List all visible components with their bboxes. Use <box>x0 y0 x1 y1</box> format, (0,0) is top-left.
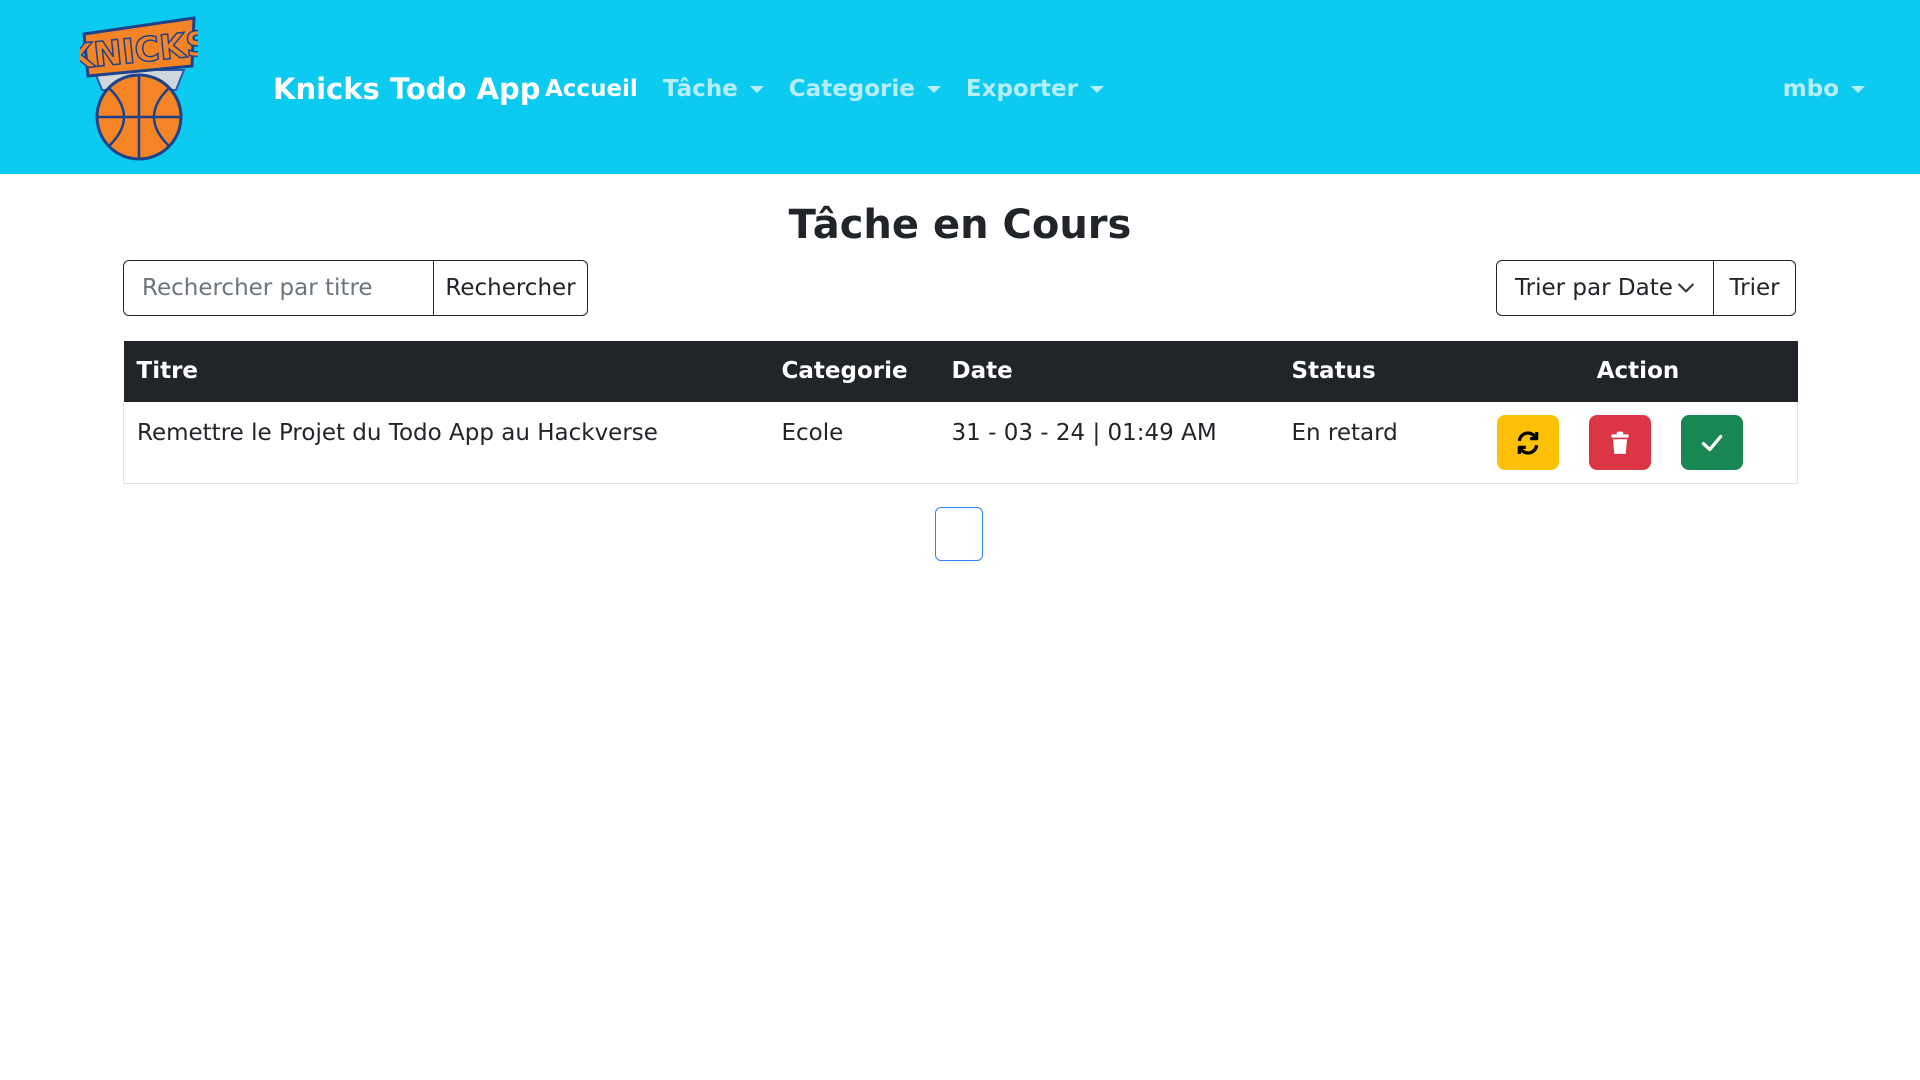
cell-categorie: Ecole <box>781 420 844 446</box>
nav-item-label: Tâche <box>662 76 738 102</box>
user-menu[interactable]: mbo <box>1783 73 1865 105</box>
cell-titre: Remettre le Projet du Todo App au Hackve… <box>137 420 658 446</box>
navbar: KNICKS Knicks Todo App Accueil Tâche Cat… <box>0 0 1920 174</box>
refresh-icon <box>1517 430 1538 455</box>
user-name: mbo <box>1782 76 1839 102</box>
column-header-action: Action <box>1596 358 1680 384</box>
delete-button[interactable] <box>1588 415 1651 470</box>
nav-item-exporter[interactable]: Exporter <box>966 73 1104 105</box>
table-row: Remettre le Projet du Todo App au Hackve… <box>123 402 1798 483</box>
nav-item-tache[interactable]: Tâche <box>663 73 764 105</box>
sort-select-value: Trier par Date <box>1515 275 1673 301</box>
pagination-button[interactable] <box>935 507 983 561</box>
nav-menu: Accueil Tâche Categorie Exporter <box>545 73 1129 105</box>
caret-down-icon <box>926 85 941 93</box>
knicks-logo[interactable]: KNICKS <box>80 12 198 162</box>
refresh-button[interactable] <box>1496 415 1559 470</box>
caret-down-icon <box>1089 85 1104 93</box>
table-header-row: Titre Categorie Date Status Action <box>123 341 1798 402</box>
cell-status: En retard <box>1291 420 1398 446</box>
nav-item-categorie[interactable]: Categorie <box>789 73 941 105</box>
chevron-down-icon <box>1678 283 1694 293</box>
sort-select[interactable]: Trier par Date <box>1496 260 1713 316</box>
page-title: Tâche en Cours <box>788 202 1132 248</box>
search-form: Rechercher <box>123 260 588 316</box>
trash-icon <box>1610 431 1629 454</box>
brand-title[interactable]: Knicks Todo App <box>273 70 541 108</box>
sort-form: Trier par Date Trier <box>1496 260 1796 316</box>
search-button[interactable]: Rechercher <box>433 260 588 316</box>
column-header-categorie: Categorie <box>781 358 908 384</box>
check-icon <box>1701 434 1722 451</box>
task-table: Titre Categorie Date Status Action Remet… <box>123 341 1798 484</box>
column-header-titre: Titre <box>136 358 199 384</box>
column-header-date: Date <box>951 358 1013 384</box>
caret-down-icon <box>1851 85 1865 93</box>
complete-button[interactable] <box>1680 415 1743 470</box>
nav-item-label: Categorie <box>788 76 915 102</box>
nav-item-label: Exporter <box>965 76 1078 102</box>
sort-button[interactable]: Trier <box>1713 260 1796 316</box>
nav-item-accueil[interactable]: Accueil <box>545 73 638 105</box>
cell-date: 31 - 03 - 24 | 01:49 AM <box>951 420 1217 446</box>
caret-down-icon <box>749 85 764 93</box>
cell-actions <box>1479 402 1798 483</box>
search-input[interactable] <box>123 260 433 316</box>
column-header-status: Status <box>1291 358 1376 384</box>
nav-item-label: Accueil <box>545 76 638 102</box>
